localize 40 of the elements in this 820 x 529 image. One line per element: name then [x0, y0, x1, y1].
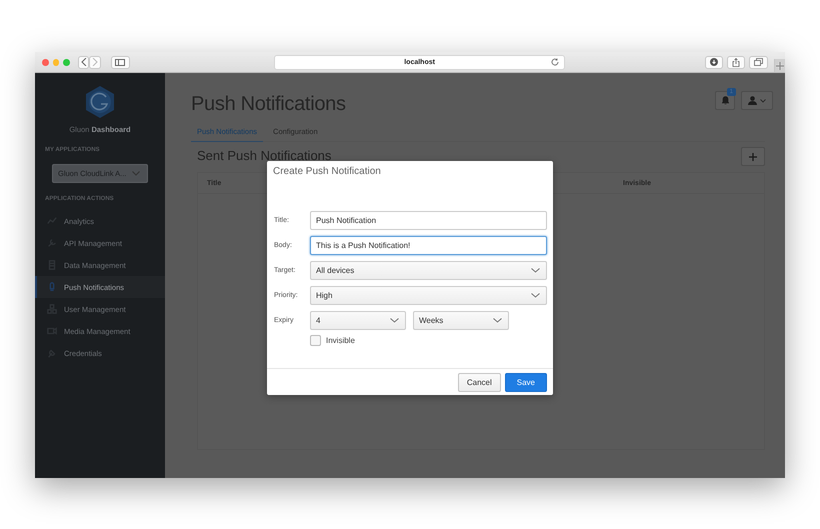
- back-button[interactable]: [78, 56, 90, 68]
- user-menu-button[interactable]: [741, 91, 773, 110]
- chevron-down-icon: [132, 171, 140, 176]
- download-icon: [710, 58, 718, 66]
- back-icon: [80, 58, 87, 66]
- chevron-down-icon: [760, 98, 766, 102]
- close-window-button[interactable]: [42, 58, 49, 66]
- dialog-title: Create Push Notification: [272, 165, 382, 179]
- forward-icon: [92, 58, 98, 66]
- zoom-window-button[interactable]: [63, 58, 70, 66]
- new-tab-button[interactable]: [774, 59, 786, 72]
- download-button[interactable]: [705, 56, 724, 68]
- checkbox[interactable]: [310, 335, 321, 346]
- cancel-button[interactable]: Cancel: [458, 372, 501, 392]
- tabs-button[interactable]: [749, 56, 768, 68]
- menu-item-icon: [47, 282, 57, 292]
- plus-icon: [749, 152, 757, 160]
- dropdown[interactable]: All devices: [310, 261, 547, 280]
- add-button[interactable]: [741, 147, 765, 166]
- dropdown[interactable]: 4: [310, 311, 406, 330]
- share-button[interactable]: [727, 56, 746, 68]
- chevron-down-icon: [531, 268, 540, 273]
- dropdown[interactable]: Weeks: [413, 311, 509, 330]
- save-button[interactable]: Save: [504, 372, 547, 392]
- text-field[interactable]: This is a Push Notification!: [310, 236, 547, 255]
- checkbox-label: Invisible: [326, 336, 355, 345]
- chevron-down-icon: [493, 318, 502, 323]
- logo-icon: [83, 85, 117, 119]
- reload-icon[interactable]: [551, 58, 560, 66]
- plus-icon: [776, 62, 784, 70]
- chevron-down-icon: [531, 293, 540, 298]
- text-field[interactable]: Push Notification: [310, 211, 547, 230]
- sidebar-icon: [115, 58, 126, 66]
- user-icon: [748, 96, 757, 105]
- dropdown[interactable]: High: [310, 286, 547, 305]
- tabs-icon: [754, 58, 764, 66]
- sidebar-toggle-button[interactable]: [110, 56, 130, 68]
- bell-icon: [722, 96, 728, 105]
- share-icon: [732, 58, 740, 66]
- chevron-down-icon: [390, 318, 399, 323]
